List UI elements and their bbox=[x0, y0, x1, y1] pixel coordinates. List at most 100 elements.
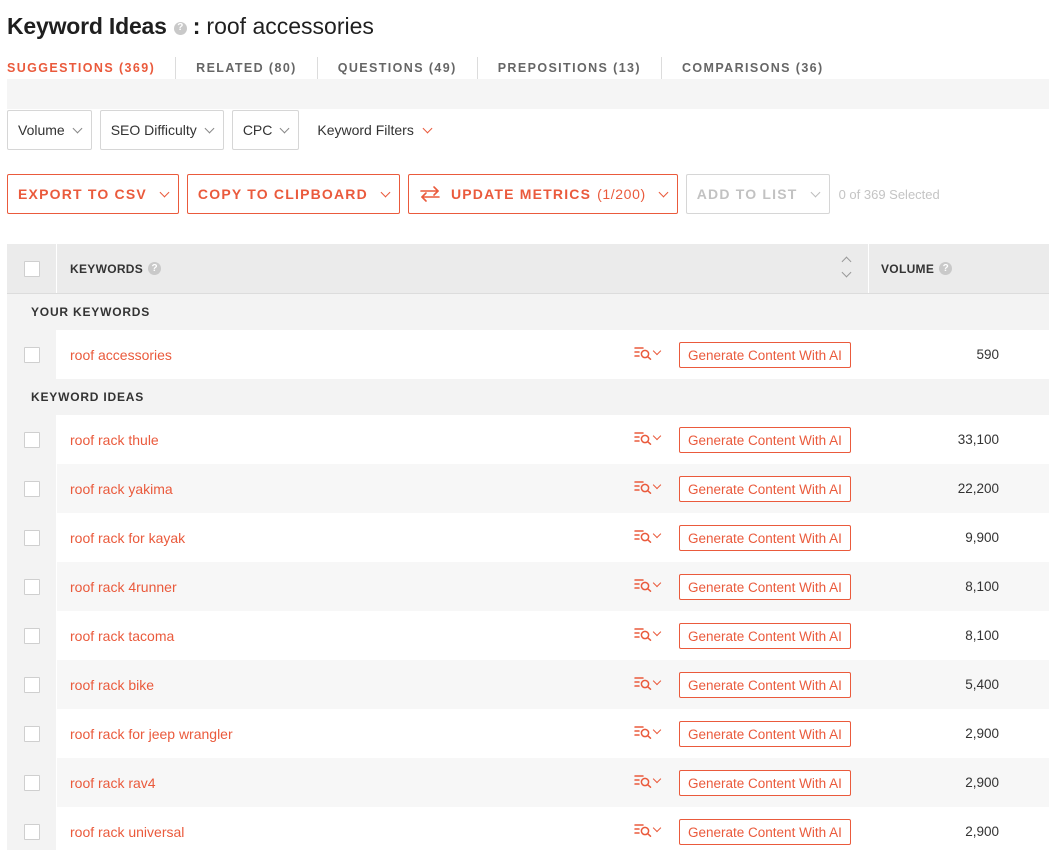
row-checkbox[interactable] bbox=[23, 431, 40, 448]
header-checkbox-cell bbox=[7, 244, 57, 293]
section-keyword-ideas: KEYWORD IDEAS bbox=[7, 379, 1049, 415]
chevron-down-icon bbox=[652, 578, 662, 588]
generate-content-button[interactable]: Generate Content With AI bbox=[679, 770, 851, 796]
serp-analysis-button[interactable] bbox=[634, 676, 662, 690]
page-title: Keyword Ideas ? : roof accessories bbox=[7, 10, 374, 42]
cpc-filter-label: CPC bbox=[242, 122, 273, 138]
export-csv-label: EXPORT TO CSV bbox=[18, 186, 147, 202]
row-checkbox[interactable] bbox=[23, 823, 40, 840]
row-checkbox[interactable] bbox=[23, 529, 40, 546]
table-row: roof rack for jeep wrangler Generate Con… bbox=[7, 709, 1049, 758]
row-checkbox[interactable] bbox=[23, 774, 40, 791]
volume-cell: 2,900 bbox=[965, 775, 999, 790]
serp-search-icon bbox=[634, 579, 652, 592]
table-row: roof rack thule Generate Content With AI… bbox=[7, 415, 1049, 464]
serp-search-icon bbox=[634, 481, 652, 494]
volume-column-header[interactable]: VOLUME ? bbox=[869, 244, 1049, 293]
tab-prepositions[interactable]: PREPOSITIONS (13) bbox=[476, 57, 661, 79]
keyword-link[interactable]: roof accessories bbox=[70, 347, 172, 363]
serp-analysis-button[interactable] bbox=[634, 725, 662, 739]
cpc-filter-dropdown[interactable]: CPC bbox=[231, 110, 300, 150]
chevron-down-icon bbox=[652, 346, 662, 356]
serp-analysis-button[interactable] bbox=[634, 431, 662, 445]
section-your-keywords: YOUR KEYWORDS bbox=[7, 294, 1049, 330]
serp-analysis-button[interactable] bbox=[634, 529, 662, 543]
chevron-down-icon bbox=[652, 774, 662, 784]
row-checkbox[interactable] bbox=[23, 627, 40, 644]
keyword-link[interactable]: roof rack for kayak bbox=[70, 530, 185, 546]
volume-cell: 2,900 bbox=[965, 726, 999, 741]
serp-search-icon bbox=[634, 726, 652, 739]
volume-filter-dropdown[interactable]: Volume bbox=[7, 110, 92, 150]
serp-analysis-button[interactable] bbox=[634, 774, 662, 788]
row-checkbox[interactable] bbox=[23, 725, 40, 742]
chevron-down-icon bbox=[422, 123, 433, 133]
volume-cell: 2,900 bbox=[965, 824, 999, 839]
seo-difficulty-filter-dropdown[interactable]: SEO Difficulty bbox=[99, 110, 224, 150]
generate-content-button[interactable]: Generate Content With AI bbox=[679, 721, 851, 747]
generate-content-button[interactable]: Generate Content With AI bbox=[679, 819, 851, 845]
help-icon[interactable]: ? bbox=[939, 262, 953, 275]
keyword-link[interactable]: roof rack for jeep wrangler bbox=[70, 726, 233, 742]
keyword-link[interactable]: roof rack universal bbox=[70, 824, 184, 840]
tab-comparisons[interactable]: COMPARISONS (36) bbox=[660, 57, 844, 79]
serp-analysis-button[interactable] bbox=[634, 578, 662, 592]
row-checkbox-cell bbox=[7, 807, 57, 850]
add-to-list-button[interactable]: ADD TO LIST bbox=[685, 174, 830, 214]
generate-content-button[interactable]: Generate Content With AI bbox=[679, 476, 851, 502]
filter-bar: Volume SEO Difficulty CPC Keyword Filter… bbox=[7, 110, 433, 150]
serp-analysis-button[interactable] bbox=[634, 346, 662, 360]
select-all-checkbox[interactable] bbox=[23, 260, 40, 277]
serp-search-icon bbox=[634, 677, 652, 690]
keyword-cell: roof rack for kayak Generate Content Wit… bbox=[57, 513, 869, 562]
search-query: roof accessories bbox=[206, 12, 374, 39]
keyword-link[interactable]: roof rack rav4 bbox=[70, 775, 156, 791]
table-header: KEYWORDS ? VOLUME ? bbox=[7, 244, 1049, 294]
generate-content-button[interactable]: Generate Content With AI bbox=[679, 672, 851, 698]
selection-count: 0 of 369 Selected bbox=[838, 186, 940, 202]
copy-clipboard-button[interactable]: COPY TO CLIPBOARD bbox=[186, 174, 400, 214]
generate-content-button[interactable]: Generate Content With AI bbox=[679, 525, 851, 551]
serp-analysis-button[interactable] bbox=[634, 480, 662, 494]
generate-content-button[interactable]: Generate Content With AI bbox=[679, 623, 851, 649]
keyword-link[interactable]: roof rack thule bbox=[70, 432, 159, 448]
help-icon[interactable]: ? bbox=[148, 262, 162, 275]
tab-bar: SUGGESTIONS (369) RELATED (80) QUESTIONS… bbox=[7, 57, 844, 79]
keyword-link[interactable]: roof rack bike bbox=[70, 677, 154, 693]
chevron-down-icon bbox=[810, 187, 821, 197]
row-checkbox-cell bbox=[7, 330, 57, 379]
generate-content-button[interactable]: Generate Content With AI bbox=[679, 427, 851, 453]
table-row: roof rack rav4 Generate Content With AI … bbox=[7, 758, 1049, 807]
volume-cell: 22,200 bbox=[957, 481, 999, 496]
keyword-cell: roof rack universal Generate Content Wit… bbox=[57, 807, 869, 850]
serp-search-icon bbox=[634, 775, 652, 788]
help-icon[interactable]: ? bbox=[173, 21, 187, 35]
row-checkbox[interactable] bbox=[23, 676, 40, 693]
tab-related[interactable]: RELATED (80) bbox=[175, 57, 317, 79]
chevron-down-icon bbox=[658, 187, 669, 197]
keyword-cell: roof rack tacoma Generate Content With A… bbox=[57, 611, 869, 660]
tab-questions[interactable]: QUESTIONS (49) bbox=[316, 57, 477, 79]
keywords-column-header[interactable]: KEYWORDS ? bbox=[57, 244, 869, 293]
tab-suggestions[interactable]: SUGGESTIONS (369) bbox=[7, 57, 175, 79]
table-row: roof rack yakima Generate Content With A… bbox=[7, 464, 1049, 513]
keyword-filters-dropdown[interactable]: Keyword Filters bbox=[317, 122, 433, 138]
keyword-cell: roof rack rav4 Generate Content With AI bbox=[57, 758, 869, 807]
row-checkbox[interactable] bbox=[23, 578, 40, 595]
update-metrics-button[interactable]: UPDATE METRICS (1/200) bbox=[407, 174, 678, 214]
filter-band bbox=[7, 79, 1049, 109]
keyword-link[interactable]: roof rack 4runner bbox=[70, 579, 177, 595]
serp-analysis-button[interactable] bbox=[634, 823, 662, 837]
export-csv-button[interactable]: EXPORT TO CSV bbox=[7, 174, 179, 214]
generate-content-button[interactable]: Generate Content With AI bbox=[679, 342, 851, 368]
serp-search-icon bbox=[634, 628, 652, 641]
keyword-link[interactable]: roof rack tacoma bbox=[70, 628, 174, 644]
row-checkbox[interactable] bbox=[23, 480, 40, 497]
sort-icon[interactable] bbox=[841, 256, 852, 278]
generate-content-button[interactable]: Generate Content With AI bbox=[679, 574, 851, 600]
row-checkbox[interactable] bbox=[23, 346, 40, 363]
keyword-link[interactable]: roof rack yakima bbox=[70, 481, 173, 497]
add-to-list-label: ADD TO LIST bbox=[696, 186, 798, 202]
update-metrics-label: UPDATE METRICS bbox=[450, 186, 592, 202]
serp-analysis-button[interactable] bbox=[634, 627, 662, 641]
